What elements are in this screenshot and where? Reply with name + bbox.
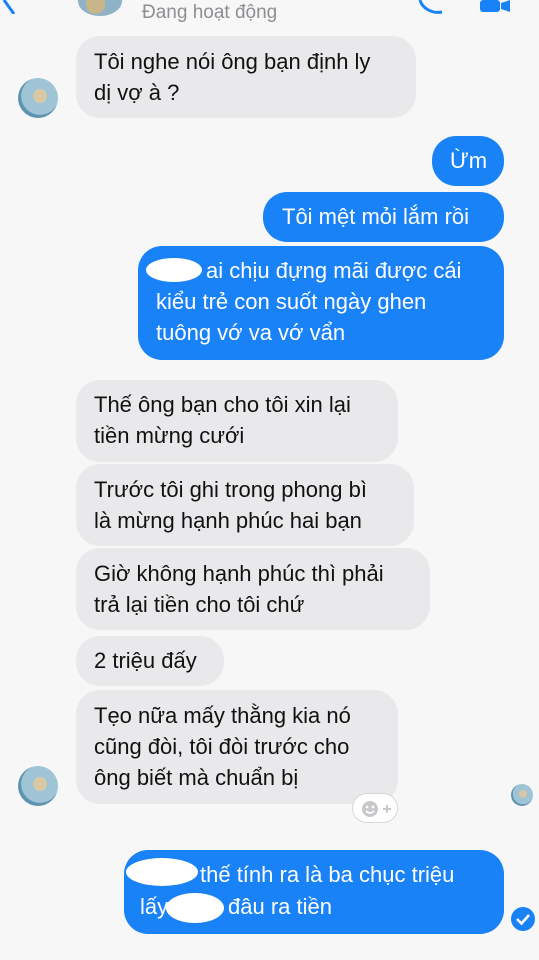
message-text: thế tính ra là ba chục triệu [200,862,455,887]
message-text: Giờ không hạnh phúc thì phải trả lại tiề… [94,561,384,617]
redaction-mark [126,858,198,886]
message-outgoing[interactable]: Tôi mệt mỏi lắm rồi [263,192,504,242]
message-text: Tẹo nữa mấy thằng kia nó cũng đòi, tôi đ… [94,703,351,790]
message-incoming[interactable]: Tẹo nữa mấy thằng kia nó cũng đòi, tôi đ… [76,690,398,804]
back-arrow-icon[interactable] [0,0,22,14]
seen-avatar [511,784,533,806]
message-text: ai chịu đựng mãi được cái kiểu trẻ con s… [156,258,462,345]
message-incoming[interactable]: Trước tôi ghi trong phong bì là mừng hạn… [76,464,414,546]
message-incoming[interactable]: Thế ông bạn cho tôi xin lại tiền mừng cư… [76,380,398,462]
seen-check-icon [511,907,535,931]
redaction-mark [166,893,224,923]
redaction-mark [146,258,202,282]
add-reaction-icon[interactable] [352,793,398,823]
contact-avatar[interactable] [18,766,58,806]
message-text: Trước tôi ghi trong phong bì là mừng hạn… [94,477,367,533]
video-camera-icon[interactable] [476,0,512,14]
message-text: 2 triệu đấy [94,648,197,673]
message-text: đâu ra tiền [228,894,332,919]
message-outgoing[interactable]: Ừm [432,136,504,186]
message-text: Ừm [450,148,488,173]
active-status: Đang hoạt động [142,2,278,23]
message-text: Tôi nghe nói ông bạn định ly dị vợ à ? [94,49,371,105]
contact-avatar[interactable] [18,78,58,118]
message-incoming[interactable]: Giờ không hạnh phúc thì phải trả lại tiề… [76,548,430,630]
message-text: Tôi mệt mỏi lắm rồi [282,204,470,229]
message-text: lấy [140,894,169,919]
message-incoming[interactable]: 2 triệu đấy [76,636,224,686]
phone-icon[interactable] [418,0,444,14]
message-incoming[interactable]: Tôi nghe nói ông bạn định ly dị vợ à ? [76,36,416,118]
message-text: Thế ông bạn cho tôi xin lại tiền mừng cư… [94,392,351,448]
